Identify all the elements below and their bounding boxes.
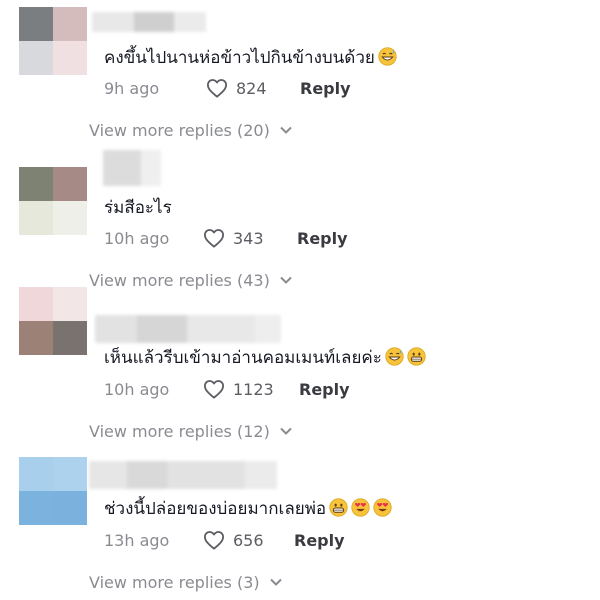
grinning-emoji: [329, 498, 348, 517]
comment-text: ร่มสีอะไร: [104, 198, 172, 218]
avatar[interactable]: [19, 7, 87, 75]
heart-icon: [207, 79, 227, 98]
timestamp: 9h ago: [104, 78, 160, 98]
reply-button[interactable]: Reply: [299, 380, 350, 399]
avatar-tile: [19, 7, 53, 41]
reply-button[interactable]: Reply: [300, 79, 351, 98]
like-count: 1123: [233, 379, 274, 399]
chevron-down-icon: [280, 427, 292, 435]
avatar-tile: [53, 491, 87, 525]
emoji-group: [382, 347, 426, 368]
username-blurred[interactable]: [95, 315, 281, 343]
heart-icon: [204, 229, 224, 248]
view-more-label: View more replies (12): [89, 421, 270, 441]
heart-icon: [204, 380, 224, 399]
avatar-tile: [53, 457, 87, 491]
comment-meta: 13h ago 656 Reply: [104, 528, 345, 552]
view-more-label: View more replies (20): [89, 120, 270, 140]
like-count: 656: [233, 530, 264, 550]
like-button[interactable]: 656: [203, 530, 294, 550]
view-more-label: View more replies (43): [89, 270, 270, 290]
comment-meta: 10h ago 343 Reply: [104, 226, 348, 250]
avatar-tile: [53, 167, 87, 201]
avatar[interactable]: [19, 167, 87, 235]
avatar-tile: [19, 201, 53, 235]
heart-eyes-emoji: [351, 498, 370, 517]
like-button[interactable]: 824: [206, 78, 300, 98]
comment-text: คงขึ้นไปนานห่อข้าวไปกินข้างบนด้วย: [104, 44, 397, 71]
like-button[interactable]: 1123: [203, 379, 299, 399]
grinning-sweat-emoji: [385, 347, 404, 366]
comment-meta: 9h ago 824 Reply: [104, 76, 351, 100]
avatar-tile: [19, 167, 53, 201]
timestamp: 10h ago: [104, 379, 170, 399]
heart-eyes-emoji: [373, 498, 392, 517]
comment-text: เห็นแล้วรีบเข้ามาอ่านคอมเมนท์เลยค่ะ: [104, 344, 426, 371]
chevron-down-icon: [280, 126, 292, 134]
avatar[interactable]: [19, 457, 87, 525]
timestamp: 10h ago: [104, 228, 170, 248]
reply-button[interactable]: Reply: [297, 229, 348, 248]
view-more-label: View more replies (3): [89, 572, 260, 592]
avatar-tile: [19, 41, 53, 75]
like-count: 824: [236, 78, 267, 98]
avatar-tile: [19, 457, 53, 491]
username-blurred[interactable]: [89, 461, 277, 489]
grinning-sweat-emoji: [378, 47, 397, 66]
comment-meta: 10h ago 1123 Reply: [104, 377, 350, 401]
avatar-tile: [53, 321, 87, 355]
view-more-replies[interactable]: View more replies (3): [89, 571, 282, 593]
username-blurred[interactable]: [92, 12, 206, 32]
view-more-replies[interactable]: View more replies (12): [89, 420, 292, 442]
grinning-emoji: [407, 347, 426, 366]
comment-text: ช่วงนี้ปล่อยของบ่อยมากเลยพ่อ: [104, 495, 392, 522]
avatar-tile: [53, 201, 87, 235]
emoji-group: [326, 498, 392, 519]
reply-button[interactable]: Reply: [294, 531, 345, 550]
avatar-tile: [53, 41, 87, 75]
avatar-tile: [53, 287, 87, 321]
avatar-tile: [19, 491, 53, 525]
like-count: 343: [233, 228, 264, 248]
timestamp: 13h ago: [104, 530, 170, 550]
avatar-tile: [19, 321, 53, 355]
avatar-tile: [53, 7, 87, 41]
chevron-down-icon: [280, 276, 292, 284]
username-blurred[interactable]: [103, 150, 161, 186]
heart-icon: [204, 531, 224, 550]
view-more-replies[interactable]: View more replies (20): [89, 119, 292, 141]
view-more-replies[interactable]: View more replies (43): [89, 269, 292, 291]
emoji-group: [375, 47, 397, 68]
avatar[interactable]: [19, 287, 87, 355]
like-button[interactable]: 343: [203, 228, 297, 248]
chevron-down-icon: [269, 578, 282, 586]
avatar-tile: [19, 287, 53, 321]
